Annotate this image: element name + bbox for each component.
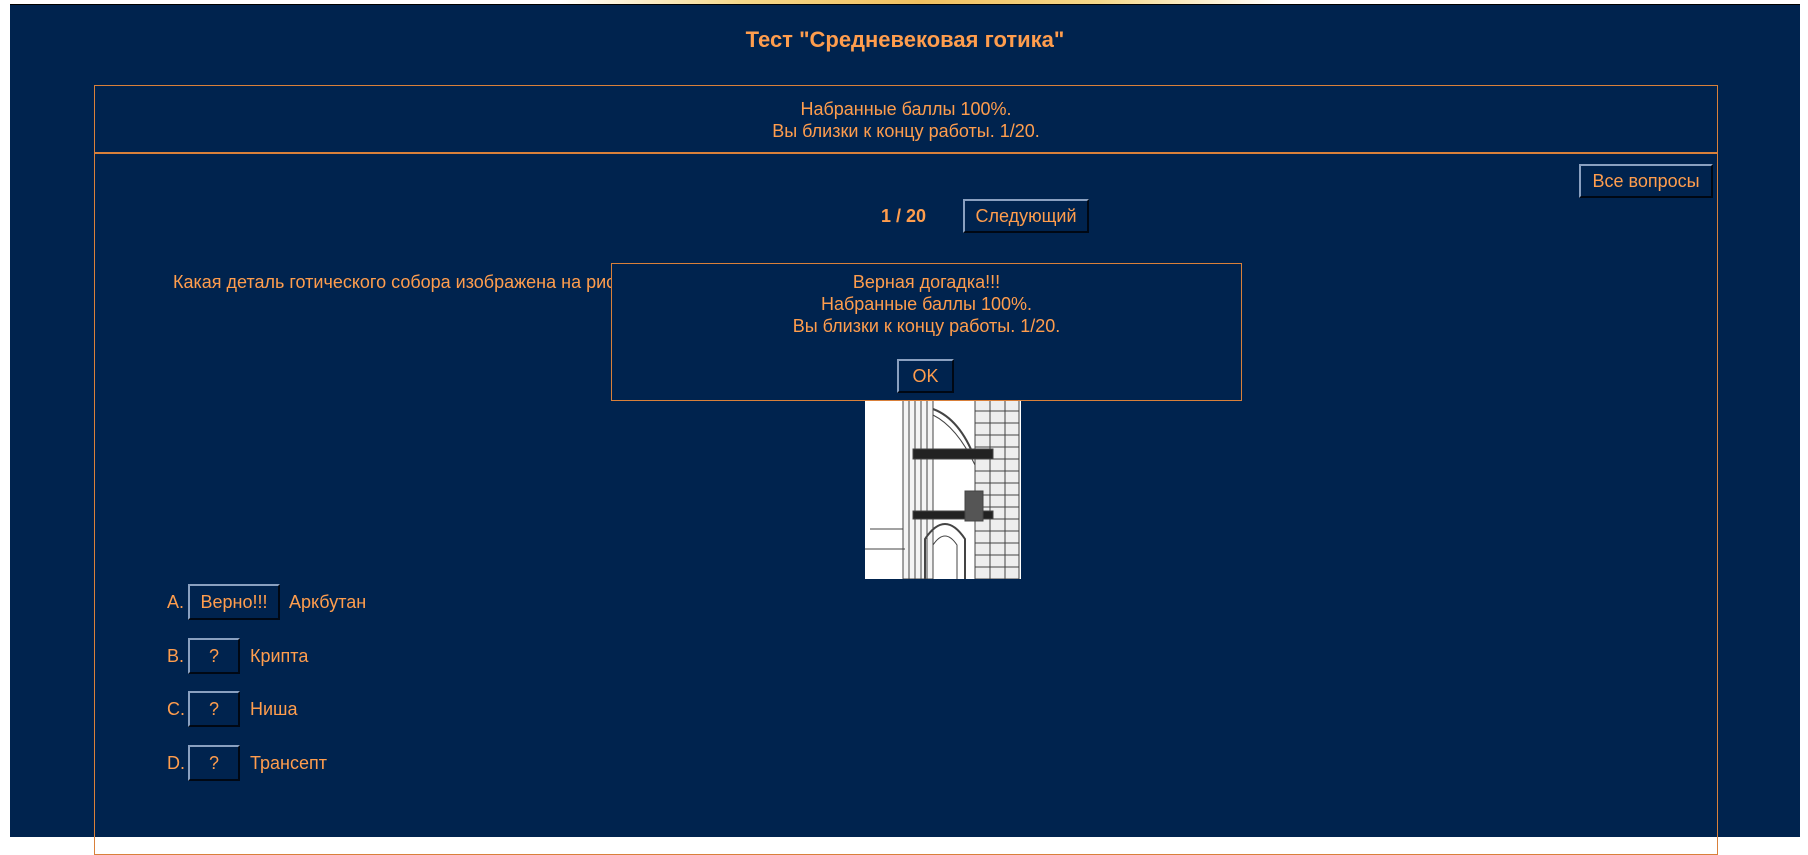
feedback-dialog: Верная догадка!!! Набранные баллы 100%. … bbox=[611, 263, 1242, 401]
answer-c-button[interactable]: ? bbox=[188, 691, 240, 727]
question-text: Какая деталь готического собора изображе… bbox=[173, 272, 663, 292]
flying-buttress-illustration bbox=[865, 398, 1021, 580]
question-counter: 1 / 20 bbox=[881, 206, 927, 226]
answer-d-button[interactable]: ? bbox=[188, 745, 240, 781]
option-text: Аркбутан bbox=[289, 592, 367, 612]
all-questions-button[interactable]: Все вопросы bbox=[1579, 164, 1713, 198]
option-text: Ниша bbox=[250, 699, 298, 719]
score-text: Набранные баллы 100%. bbox=[800, 99, 1012, 119]
ok-button[interactable]: OK bbox=[897, 359, 954, 393]
dialog-score-text: Набранные баллы 100%. bbox=[820, 294, 1033, 314]
next-question-button[interactable]: Следующий bbox=[963, 199, 1089, 233]
question-panel: Все вопросы 1 / 20 Следующий Какая детал… bbox=[94, 153, 1718, 855]
answer-a-button[interactable]: Верно!!! bbox=[188, 584, 280, 620]
page-title: Тест "Средневековая готика" bbox=[745, 27, 1065, 52]
option-letter: B. bbox=[167, 646, 185, 666]
quiz-page: Тест "Средневековая готика" Набранные ба… bbox=[10, 4, 1800, 855]
option-text: Трансепт bbox=[250, 753, 327, 773]
option-letter: A. bbox=[167, 592, 185, 612]
score-status-panel: Набранные баллы 100%. Вы близки к концу … bbox=[94, 85, 1718, 153]
answer-b-button[interactable]: ? bbox=[188, 638, 240, 674]
option-letter: C. bbox=[167, 699, 185, 719]
option-text: Крипта bbox=[250, 646, 309, 666]
option-letter: D. bbox=[167, 753, 185, 773]
feedback-message: Верная догадка!!! bbox=[852, 272, 1001, 292]
dialog-progress-text: Вы близки к концу работы. 1/20. bbox=[792, 316, 1061, 336]
progress-text: Вы близки к концу работы. 1/20. bbox=[772, 121, 1040, 141]
